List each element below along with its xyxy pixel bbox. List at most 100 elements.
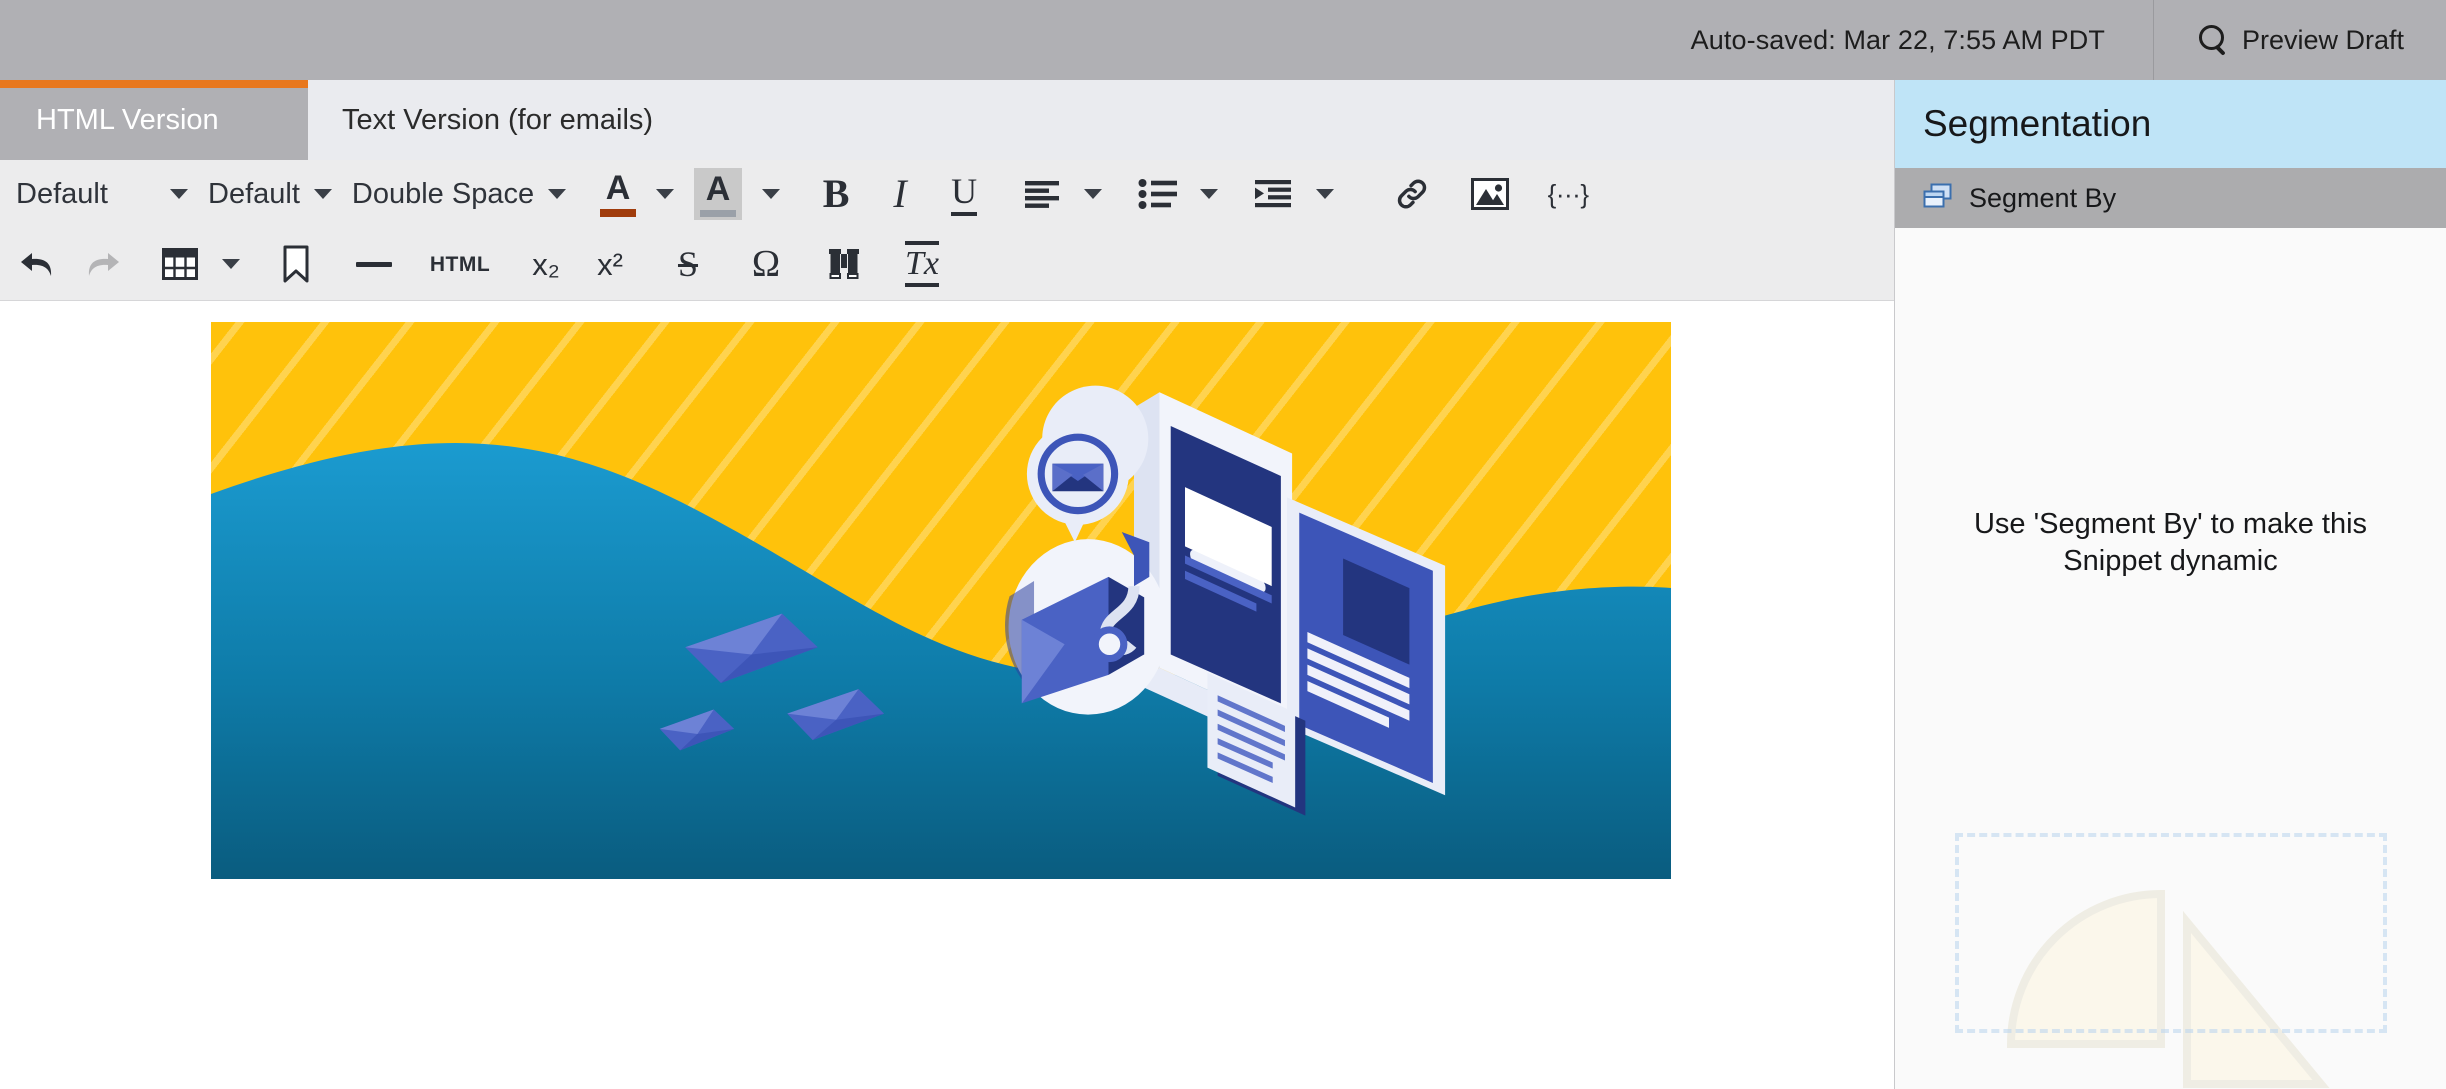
align-dropdown[interactable]	[1074, 167, 1112, 221]
font-color-glyph: A	[606, 171, 631, 205]
table-button[interactable]	[148, 237, 212, 291]
bold-button[interactable]: B	[804, 167, 868, 221]
search-icon	[2198, 25, 2228, 55]
underline-icon: U	[942, 172, 986, 216]
segmentation-panel-body: Use 'Segment By' to make this Snippet dy…	[1895, 228, 2446, 1089]
clear-formatting-icon: Tx	[900, 242, 944, 286]
version-tabstrip: HTML Version Text Version (for emails)	[0, 80, 1894, 160]
undo-icon	[16, 242, 60, 286]
line-spacing-dropdown[interactable]: Double Space	[342, 167, 576, 221]
chevron-down-icon	[170, 189, 188, 199]
line-spacing-value: Double Space	[352, 178, 534, 211]
horizontal-rule-icon	[352, 242, 396, 286]
italic-icon: I	[878, 172, 922, 216]
segment-by-button[interactable]: Segment By	[1895, 168, 2446, 228]
horizontal-rule-button[interactable]	[342, 237, 406, 291]
insert-link-button[interactable]	[1380, 167, 1444, 221]
chevron-down-icon	[1200, 189, 1218, 199]
segment-stack-icon	[1923, 183, 1953, 214]
highlight-color-glyph: A	[706, 172, 731, 206]
link-icon	[1390, 172, 1434, 216]
bullet-list-dropdown[interactable]	[1190, 167, 1228, 221]
font-family-value: Default	[208, 178, 300, 211]
indent-increase-icon	[1252, 172, 1296, 216]
email-editor-app: Auto-saved: Mar 22, 7:55 AM PDT Preview …	[0, 0, 2446, 1089]
autosave-status: Auto-saved: Mar 22, 7:55 AM PDT	[1691, 25, 2153, 56]
superscript-button[interactable]: x²	[578, 237, 642, 291]
chevron-down-icon	[762, 189, 780, 199]
top-bar: Auto-saved: Mar 22, 7:55 AM PDT Preview …	[0, 0, 2446, 80]
table-icon	[158, 242, 202, 286]
paragraph-format-value: Default	[16, 178, 108, 211]
email-body-canvas[interactable]	[0, 301, 1894, 1089]
chevron-down-icon	[1316, 189, 1334, 199]
highlight-color-icon: A	[694, 168, 742, 220]
html-glyph: HTML	[430, 254, 490, 275]
editor-toolbar: Default Default Double Space A	[0, 160, 1894, 301]
undo-button[interactable]	[6, 237, 70, 291]
source-code-button[interactable]: HTML	[420, 237, 500, 291]
paragraph-format-dropdown[interactable]: Default	[6, 167, 198, 221]
chevron-down-icon	[548, 189, 566, 199]
italic-button[interactable]: I	[868, 167, 932, 221]
font-family-dropdown[interactable]: Default	[198, 167, 342, 221]
chevron-down-icon	[314, 189, 332, 199]
align-left-icon	[1020, 172, 1064, 216]
find-replace-button[interactable]	[812, 237, 876, 291]
indent-button[interactable]	[1242, 167, 1306, 221]
font-color-dropdown[interactable]	[646, 167, 684, 221]
page-title: Segmentation	[1923, 103, 2151, 145]
merge-field-icon: {···}	[1546, 172, 1590, 216]
chevron-down-icon	[1084, 189, 1102, 199]
highlight-color-dropdown[interactable]	[752, 167, 790, 221]
bulleted-list-icon	[1136, 172, 1180, 216]
merge-field-glyph: {···}	[1548, 179, 1589, 210]
strikethrough-button[interactable]: S	[656, 237, 720, 291]
bold-glyph: B	[823, 174, 850, 214]
superscript-icon: x²	[588, 242, 632, 286]
clear-formatting-button[interactable]: Tx	[890, 237, 954, 291]
omega-glyph: Ω	[752, 245, 780, 283]
underline-glyph: U	[951, 173, 977, 216]
chevron-down-icon	[656, 189, 674, 199]
bullet-list-button[interactable]	[1126, 167, 1190, 221]
chevron-down-icon	[222, 259, 240, 269]
email-hero-banner-image[interactable]	[211, 322, 1671, 879]
insert-image-button[interactable]	[1458, 167, 1522, 221]
omega-icon: Ω	[744, 242, 788, 286]
italic-glyph: I	[893, 174, 906, 214]
tab-text-version-label: Text Version (for emails)	[342, 104, 653, 137]
highlight-color-button[interactable]: A	[684, 167, 752, 221]
email-marketing-illustration	[211, 322, 1671, 879]
subscript-button[interactable]: x₂	[514, 237, 578, 291]
align-button[interactable]	[1010, 167, 1074, 221]
segmentation-hint-text: Use 'Segment By' to make this Snippet dy…	[1961, 506, 2381, 580]
strikethrough-icon: S	[666, 242, 710, 286]
preview-draft-button[interactable]: Preview Draft	[2154, 0, 2446, 80]
special-character-button[interactable]: Ω	[734, 237, 798, 291]
bold-icon: B	[814, 172, 858, 216]
toolbar-row-2: HTML x₂ x² S	[0, 228, 1894, 300]
font-color-button[interactable]: A	[590, 167, 646, 221]
image-icon	[1468, 172, 1512, 216]
table-dropdown[interactable]	[212, 237, 250, 291]
binoculars-icon	[822, 242, 866, 286]
font-color-icon: A	[600, 171, 636, 217]
redo-button[interactable]	[70, 237, 134, 291]
snippet-drop-placeholder	[1955, 833, 2387, 1033]
redo-icon	[80, 242, 124, 286]
tab-html-version-label: HTML Version	[36, 104, 219, 137]
merge-field-button[interactable]: {···}	[1536, 167, 1600, 221]
html-icon: HTML	[430, 242, 490, 286]
segmentation-panel: Segmentation Segment By Use 'Segment By'…	[1894, 80, 2446, 1089]
editor-column: HTML Version Text Version (for emails) D…	[0, 80, 1894, 1089]
indent-dropdown[interactable]	[1306, 167, 1344, 221]
segmentation-panel-header: Segmentation	[1895, 80, 2446, 168]
clear-formatting-glyph: Tx	[905, 241, 939, 287]
subscript-glyph: x₂	[532, 249, 560, 280]
bookmark-button[interactable]	[264, 237, 328, 291]
underline-button[interactable]: U	[932, 167, 996, 221]
tab-html-version[interactable]: HTML Version	[0, 80, 308, 160]
tab-text-version[interactable]: Text Version (for emails)	[308, 80, 687, 160]
segment-by-label: Segment By	[1969, 183, 2116, 214]
